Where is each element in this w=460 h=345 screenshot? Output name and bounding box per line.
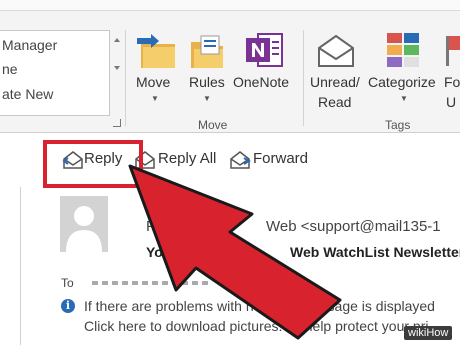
ribbon-top-border (0, 0, 460, 11)
info-line-2[interactable]: Click here to download pictures. To help… (84, 318, 428, 334)
folder-arrow-icon (137, 34, 175, 68)
info-icon: i (61, 299, 75, 313)
scroll-up-icon[interactable] (114, 38, 120, 42)
forward-icon (230, 151, 251, 169)
quick-step-team[interactable]: ne (2, 61, 18, 77)
ribbon: Manager ne ate New Move ▼ Rules ▼ OneNot… (0, 0, 460, 133)
info-line-1[interactable]: If there are problems with how this mess… (84, 298, 435, 314)
folder-rules-icon (191, 35, 223, 68)
tags-group-label: Tags (385, 118, 411, 132)
rules-button[interactable]: Rules ▼ (186, 30, 228, 110)
sender-address: Web <support@mail135-1 (266, 218, 441, 235)
unread-read-button[interactable]: Unread/ Read (308, 30, 364, 114)
quick-steps-scroll[interactable] (111, 30, 123, 114)
onenote-label: OneNote (233, 74, 290, 90)
unread-read-label-line2: Read (318, 94, 352, 110)
subject-end: Web WatchList Newsletter (290, 244, 460, 260)
group-separator (303, 30, 304, 126)
categorize-button[interactable]: Categorize ▼ (366, 30, 442, 110)
unread-read-label-line1: Unread/ (310, 74, 360, 90)
categorize-label: Categorize (368, 74, 436, 90)
onenote-icon (246, 33, 283, 67)
subject-start: Your (146, 244, 177, 260)
reply-all-button[interactable]: Reply All (134, 148, 224, 174)
group-separator (125, 30, 126, 126)
scroll-down-icon[interactable] (114, 66, 120, 70)
move-group-label: Move (198, 118, 228, 132)
envelope-open-icon (318, 34, 354, 67)
flag-icon (446, 36, 460, 66)
rules-label: Rules (189, 74, 225, 90)
sender-name-start: Pr (146, 218, 161, 235)
quick-step-manager[interactable]: Manager (2, 37, 57, 53)
forward-button[interactable]: Forward (229, 148, 319, 174)
dialog-launcher-icon[interactable] (113, 119, 121, 127)
quick-steps-gallery: Manager ne ate New (0, 30, 110, 116)
recipient-redacted (92, 281, 212, 285)
chevron-down-icon: ▼ (400, 94, 408, 103)
watermark: wikiHow (404, 326, 453, 340)
reply-highlight-box (43, 140, 143, 188)
forward-label: Forward (253, 150, 309, 167)
sender-avatar (60, 196, 108, 252)
onenote-button[interactable]: OneNote (232, 30, 298, 110)
quick-step-create-new[interactable]: ate New (2, 86, 53, 102)
to-label: To (61, 276, 74, 290)
color-grid-icon (387, 33, 419, 67)
follow-up-button[interactable]: Fo U (444, 30, 460, 110)
person-icon (66, 206, 102, 252)
follow-up-label: Fo (444, 74, 460, 90)
chevron-down-icon: ▼ (203, 94, 211, 103)
chevron-down-icon: ▼ (151, 94, 159, 103)
follow-up-label-line2: U (446, 94, 457, 110)
reply-all-label: Reply All (158, 150, 217, 167)
move-button[interactable]: Move ▼ (134, 30, 180, 110)
move-label: Move (136, 74, 171, 90)
